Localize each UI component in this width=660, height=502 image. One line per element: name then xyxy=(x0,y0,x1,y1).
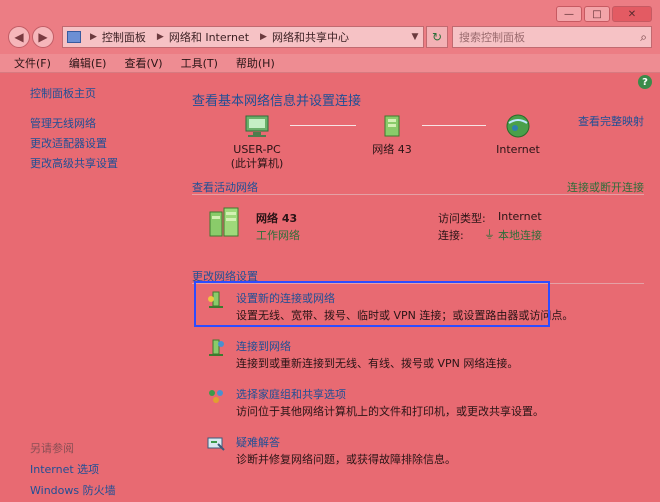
sidebar-item-home[interactable]: 控制面板主页 xyxy=(30,85,96,101)
menu-edit[interactable]: 编辑(E) xyxy=(69,55,107,71)
map-node-network[interactable]: 网络 43 xyxy=(362,113,422,157)
connection-label: 连接: xyxy=(438,229,464,242)
search-input[interactable]: 搜索控制面板 xyxy=(459,29,525,45)
menu-help[interactable]: 帮助(H) xyxy=(236,55,275,71)
title-bar: — □ ✕ ◀ ▶ ▶ 控制面板 ▶ 网络和 Internet ▶ 网络和共享中… xyxy=(0,0,660,54)
network-name: 网络 43 xyxy=(372,143,412,156)
task-connect-network-link[interactable]: 连接到网络 xyxy=(236,338,291,354)
breadcrumb-separator: ▶ xyxy=(156,32,164,42)
task-connect-network[interactable]: 连接到网络 连接到或重新连接到无线、有线、拨号或 VPN 网络连接。 xyxy=(206,338,626,372)
task-connect-network-desc: 连接到或重新连接到无线、有线、拨号或 VPN 网络连接。 xyxy=(236,357,519,370)
forward-button[interactable]: ▶ xyxy=(32,26,54,48)
breadcrumb-control-panel[interactable]: 控制面板 xyxy=(102,29,146,45)
local-connection-link[interactable]: 本地连接 xyxy=(498,227,542,243)
chevron-down-icon[interactable]: ▼ xyxy=(407,32,423,42)
active-networks-title: 查看活动网络 xyxy=(192,181,258,194)
sidebar-item-advanced-sharing[interactable]: 更改高级共享设置 xyxy=(30,155,118,171)
page-title: 查看基本网络信息并设置连接 xyxy=(192,94,362,109)
back-arrow-icon: ◀ xyxy=(14,30,24,44)
active-network-name: 网络 43 xyxy=(256,212,298,225)
sidebar: 控制面板主页 管理无线网络 更改适配器设置 更改高级共享设置 另请参阅 Inte… xyxy=(0,73,176,502)
map-connector-line xyxy=(290,125,356,126)
search-box[interactable]: 搜索控制面板 ⌕ xyxy=(452,26,652,48)
computer-name: USER-PC xyxy=(233,143,281,156)
refresh-icon: ↻ xyxy=(431,30,443,44)
maximize-button[interactable]: □ xyxy=(584,6,610,22)
see-also-internet-options[interactable]: Internet 选项 xyxy=(30,461,99,477)
task-homegroup-sharing-desc: 访问位于其他网络计算机上的文件和打印机，或更改共享设置。 xyxy=(236,405,544,418)
highlight-box xyxy=(194,281,550,327)
computer-subtitle: (此计算机) xyxy=(230,157,284,170)
refresh-button[interactable]: ↻ xyxy=(426,26,448,48)
see-also-title: 另请参阅 xyxy=(30,442,74,455)
internet-label: Internet xyxy=(496,143,540,156)
ethernet-plug-icon: ⏚ xyxy=(484,228,495,241)
homegroup-icon xyxy=(209,390,223,403)
task-troubleshoot[interactable]: 疑难解答 诊断并修复网络问题，或获得故障排除信息。 xyxy=(206,434,626,468)
troubleshoot-icon xyxy=(207,437,225,451)
menu-file[interactable]: 文件(F) xyxy=(14,55,51,71)
close-button[interactable]: ✕ xyxy=(612,6,652,22)
access-type-value: Internet xyxy=(498,210,542,223)
work-network-icon xyxy=(209,207,239,237)
sidebar-item-manage-wireless[interactable]: 管理无线网络 xyxy=(30,115,96,131)
back-button[interactable]: ◀ xyxy=(8,26,30,48)
search-icon[interactable]: ⌕ xyxy=(640,30,647,45)
breadcrumb-network-sharing-center[interactable]: 网络和共享中心 xyxy=(272,29,349,45)
task-troubleshoot-desc: 诊断并修复网络问题，或获得故障排除信息。 xyxy=(236,453,456,466)
address-bar[interactable]: ▶ 控制面板 ▶ 网络和 Internet ▶ 网络和共享中心 ▼ xyxy=(62,26,424,48)
breadcrumb-separator: ▶ xyxy=(90,32,97,42)
task-troubleshoot-link[interactable]: 疑难解答 xyxy=(236,434,280,450)
caption-buttons: — □ ✕ xyxy=(556,6,652,22)
window: — □ ✕ ◀ ▶ ▶ 控制面板 ▶ 网络和 Internet ▶ 网络和共享中… xyxy=(0,0,660,502)
connect-disconnect-link[interactable]: 连接或断开连接 xyxy=(567,179,644,195)
minimize-button[interactable]: — xyxy=(556,6,582,22)
map-node-computer[interactable]: USER-PC (此计算机) xyxy=(222,113,292,171)
breadcrumb-separator: ▶ xyxy=(260,32,267,42)
access-type-label: 访问类型: xyxy=(438,212,486,225)
see-also-windows-firewall[interactable]: Windows 防火墙 xyxy=(30,482,116,498)
task-homegroup-sharing[interactable]: 选择家庭组和共享选项 访问位于其他网络计算机上的文件和打印机，或更改共享设置。 xyxy=(206,386,626,420)
menu-bar: 文件(F) 编辑(E) 查看(V) 工具(T) 帮助(H) xyxy=(0,54,660,73)
forward-arrow-icon: ▶ xyxy=(38,30,48,44)
map-connector-line xyxy=(422,125,486,126)
breadcrumb-network-internet[interactable]: 网络和 Internet xyxy=(169,29,249,45)
computer-icon xyxy=(245,115,269,137)
menu-tools[interactable]: 工具(T) xyxy=(181,55,218,71)
sidebar-item-adapter-settings[interactable]: 更改适配器设置 xyxy=(30,135,107,151)
menu-view[interactable]: 查看(V) xyxy=(124,55,162,71)
view-full-map-link[interactable]: 查看完整映射 xyxy=(578,113,644,129)
connect-network-icon xyxy=(209,339,224,356)
map-node-internet[interactable]: Internet xyxy=(490,113,546,157)
section-divider xyxy=(192,194,644,195)
control-panel-icon xyxy=(67,31,81,43)
network-type-link[interactable]: 工作网络 xyxy=(256,227,300,243)
task-homegroup-sharing-link[interactable]: 选择家庭组和共享选项 xyxy=(236,386,346,402)
network-icon xyxy=(384,115,400,137)
globe-icon xyxy=(506,114,530,138)
